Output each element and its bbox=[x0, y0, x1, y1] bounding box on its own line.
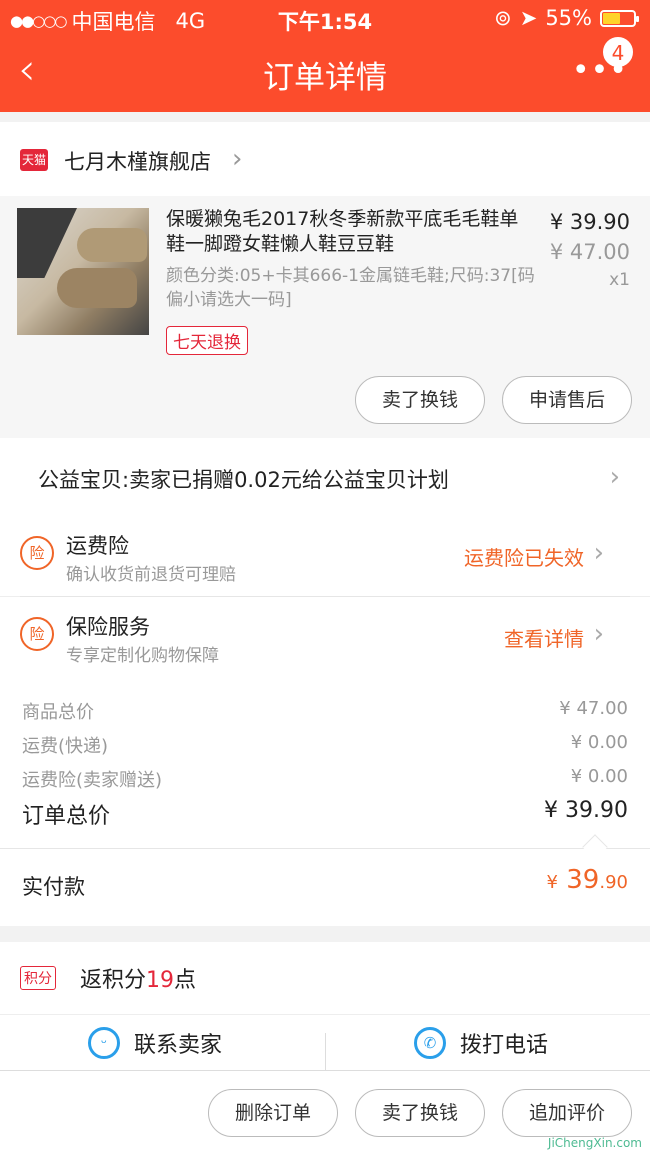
shop-row[interactable]: 天猫 七月木槿旗舰店 › bbox=[0, 122, 650, 196]
payment-decimal: .90 bbox=[599, 872, 628, 893]
goods-total-value: ¥ 47.00 bbox=[559, 698, 628, 719]
product-image-leg bbox=[17, 208, 78, 278]
contact-seller-button[interactable]: ᵕ 联系卖家 bbox=[88, 1027, 222, 1059]
product-spec: 颜色分类:05+卡其666-1金属链毛鞋;尺码:37[码偏小请选大一码] bbox=[166, 266, 535, 310]
charity-text: 公益宝贝:卖家已捐赠0.02元给公益宝贝计划 bbox=[38, 468, 449, 492]
shop-name[interactable]: 七月木槿旗舰店 bbox=[64, 146, 211, 176]
call-phone-label: 拨打电话 bbox=[460, 1033, 549, 1058]
shipping-insurance-fee-value: ¥ 0.00 bbox=[570, 766, 628, 787]
goods-total-label: 商品总价 bbox=[22, 702, 94, 723]
tmall-logo: 天猫 bbox=[20, 149, 48, 171]
delete-order-button[interactable]: 删除订单 bbox=[208, 1089, 338, 1137]
battery-fill bbox=[603, 12, 620, 24]
sell-button[interactable]: 卖了换钱 bbox=[355, 1089, 485, 1137]
actual-payment-value: ¥ 39.90 bbox=[547, 865, 628, 895]
original-price: ¥ 47.00 bbox=[549, 240, 630, 264]
points-prefix: 返积分 bbox=[80, 968, 147, 993]
contact-bar: ᵕ 联系卖家 ✆ 拨打电话 bbox=[0, 1014, 650, 1073]
shipping-row: 运费(快递) ¥ 0.00 bbox=[22, 732, 628, 758]
chat-icon: ᵕ bbox=[88, 1027, 120, 1059]
return-policy-tag: 七天退换 bbox=[166, 326, 248, 355]
insurance-desc: 专享定制化购物保障 bbox=[66, 646, 219, 666]
actual-payment-label: 实付款 bbox=[22, 875, 85, 899]
add-review-button[interactable]: 追加评价 bbox=[502, 1089, 632, 1137]
shipping-value: ¥ 0.00 bbox=[570, 732, 628, 753]
shipping-label: 运费(快递) bbox=[22, 736, 109, 757]
insurance-title: 保险服务 bbox=[66, 615, 150, 639]
payment-integer: 39 bbox=[566, 865, 600, 895]
location-icon: ➤ bbox=[519, 6, 538, 30]
more-dots-icon[interactable]: ••• bbox=[572, 56, 628, 86]
goods-total-row: 商品总价 ¥ 47.00 bbox=[22, 698, 628, 724]
header: ●●○○○ 中国电信 4G 下午1:54 ⊚ ➤ 55% ‹ 订单详情 4 ••… bbox=[0, 0, 650, 112]
aftersale-button[interactable]: 申请售后 bbox=[502, 376, 632, 424]
order-item[interactable]: 保暖獭兔毛2017秋冬季新款平底毛毛鞋单鞋一脚蹬女鞋懒人鞋豆豆鞋 颜色分类:05… bbox=[0, 196, 650, 438]
watermark: JiChengXin.com bbox=[547, 1136, 642, 1150]
status-bar: ●●○○○ 中国电信 4G 下午1:54 ⊚ ➤ 55% bbox=[0, 0, 650, 36]
order-total-row: 订单总价 ¥ 39.90 bbox=[22, 798, 628, 830]
insurance-status: 运费险已失效 bbox=[464, 546, 584, 570]
chevron-right-icon: › bbox=[593, 538, 604, 568]
product-title[interactable]: 保暖獭兔毛2017秋冬季新款平底毛毛鞋单鞋一脚蹬女鞋懒人鞋豆豆鞋 bbox=[166, 207, 536, 257]
chevron-right-icon: › bbox=[609, 462, 620, 492]
insurance-title: 运费险 bbox=[66, 534, 129, 558]
sell-button[interactable]: 卖了换钱 bbox=[355, 376, 485, 424]
points-number: 19 bbox=[146, 968, 175, 993]
points-text: 返积分19点 bbox=[80, 962, 196, 994]
order-total-label: 订单总价 bbox=[22, 804, 111, 829]
actual-payment-row: 实付款 ¥ 39.90 bbox=[0, 848, 650, 926]
product-price: ¥ 39.90 bbox=[549, 210, 630, 234]
shipping-insurance-row[interactable]: 险 运费险 确认收货前退货可理赔 运费险已失效 › bbox=[0, 516, 650, 596]
battery-percent: 55% bbox=[545, 6, 592, 30]
chevron-right-icon: › bbox=[232, 144, 243, 174]
battery-icon bbox=[600, 9, 639, 27]
product-image[interactable] bbox=[17, 208, 149, 335]
insurance-desc: 确认收货前退货可理赔 bbox=[66, 565, 236, 585]
price-summary: 商品总价 ¥ 47.00 运费(快递) ¥ 0.00 运费险(卖家赠送) ¥ 0.00… bbox=[0, 676, 650, 848]
currency-symbol: ¥ bbox=[546, 872, 558, 893]
contact-seller-label: 联系卖家 bbox=[134, 1033, 223, 1058]
quantity: x1 bbox=[609, 270, 630, 290]
insurance-icon: 险 bbox=[20, 617, 54, 651]
product-image-shoe bbox=[77, 228, 147, 262]
divider bbox=[325, 1033, 326, 1073]
shipping-insurance-fee-label: 运费险(卖家赠送) bbox=[22, 770, 163, 791]
bottom-action-bar: 删除订单 卖了换钱 追加评价 JiChengXin.com bbox=[0, 1070, 650, 1156]
view-details-link[interactable]: 查看详情 bbox=[504, 623, 584, 652]
chevron-right-icon: › bbox=[593, 619, 604, 649]
page-title: 订单详情 bbox=[263, 60, 387, 96]
charity-row[interactable]: 公益宝贝:卖家已捐赠0.02元给公益宝贝计划 › bbox=[0, 438, 650, 516]
order-total-value: ¥ 39.90 bbox=[544, 798, 628, 823]
points-row: 积分 返积分19点 bbox=[0, 942, 650, 1014]
shipping-insurance-fee-row: 运费险(卖家赠送) ¥ 0.00 bbox=[22, 766, 628, 792]
product-image-shoe bbox=[57, 268, 137, 308]
points-suffix: 点 bbox=[174, 968, 197, 993]
insurance-icon: 险 bbox=[20, 536, 54, 570]
insurance-service-row[interactable]: 险 保险服务 专享定制化购物保障 查看详情 › bbox=[0, 596, 650, 676]
points-tag: 积分 bbox=[20, 966, 56, 990]
phone-icon: ✆ bbox=[414, 1027, 446, 1059]
call-phone-button[interactable]: ✆ 拨打电话 bbox=[414, 1027, 548, 1059]
rotation-lock-icon: ⊚ bbox=[494, 6, 512, 30]
